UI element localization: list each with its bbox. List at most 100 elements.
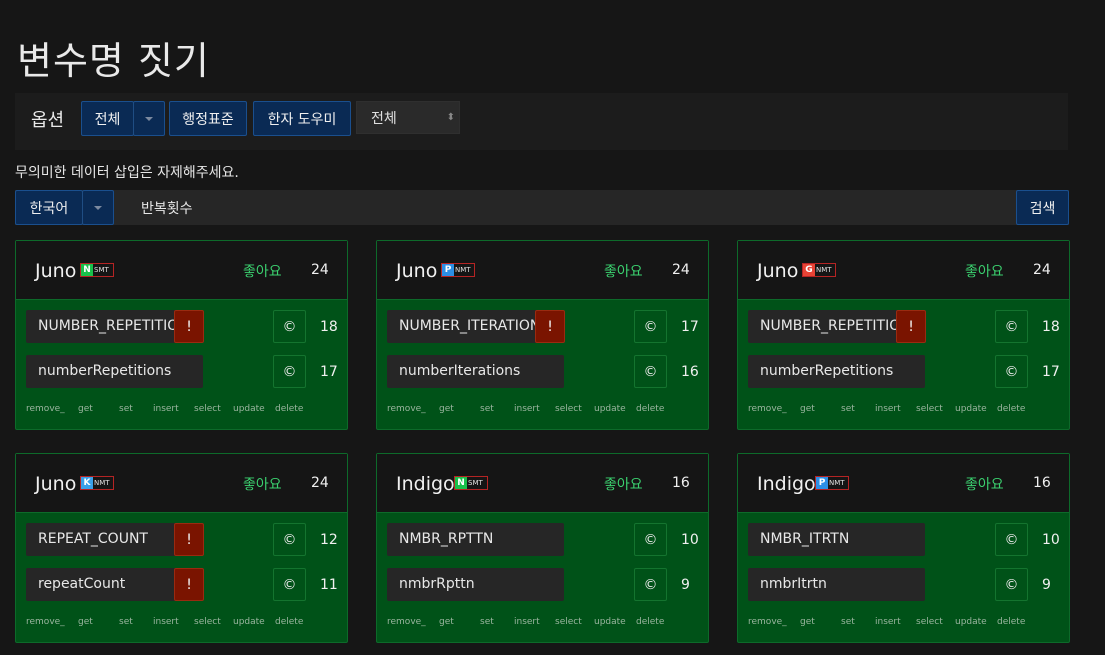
vote-count: 11 — [320, 577, 338, 593]
copy-icon[interactable]: © — [995, 523, 1028, 556]
like-button[interactable]: 좋아요 — [965, 261, 1004, 281]
result-card: Indigo N SMT 좋아요 16 NMBR_RPTTN © 10 nmbr… — [376, 453, 709, 643]
copy-icon[interactable]: © — [273, 523, 306, 556]
action-link-5[interactable]: update — [955, 404, 987, 414]
search-bar: 한국어 검색 — [15, 190, 1069, 225]
result-name-field[interactable]: repeatCount ! — [26, 568, 204, 601]
action-link-1[interactable]: get — [800, 404, 815, 414]
search-input[interactable] — [128, 190, 1028, 225]
result-name-field[interactable]: nmbrRpttn — [387, 568, 564, 601]
action-link-0[interactable]: remove_ — [748, 404, 787, 414]
result-name-field[interactable]: NMBR_ITRTN — [748, 523, 925, 556]
action-link-4[interactable]: select — [916, 617, 943, 627]
author-name: Juno — [396, 260, 438, 282]
engine-label: SMT — [94, 266, 109, 274]
action-link-2[interactable]: set — [119, 617, 133, 627]
copy-icon[interactable]: © — [634, 355, 667, 388]
result-name-field[interactable]: numberIterations — [387, 355, 564, 388]
action-link-5[interactable]: update — [233, 404, 265, 414]
copy-icon[interactable]: © — [273, 310, 306, 343]
search-button[interactable]: 검색 — [1016, 190, 1069, 225]
report-button[interactable]: ! — [174, 310, 204, 343]
action-link-6[interactable]: delete — [997, 404, 1025, 414]
action-link-0[interactable]: remove_ — [26, 617, 65, 627]
action-link-2[interactable]: set — [119, 404, 133, 414]
action-link-1[interactable]: get — [78, 617, 93, 627]
action-link-3[interactable]: insert — [153, 404, 179, 414]
action-links: remove_ get set insert select update delete — [387, 404, 687, 418]
action-link-6[interactable]: delete — [636, 617, 664, 627]
result-name-field[interactable]: NUMBER_REPETITIO... ! — [748, 310, 926, 343]
papago-icon: P — [816, 477, 828, 489]
like-button[interactable]: 좋아요 — [243, 474, 282, 494]
result-name-field[interactable]: NUMBER_ITERATIONS ! — [387, 310, 565, 343]
action-link-1[interactable]: get — [439, 617, 454, 627]
action-link-3[interactable]: insert — [875, 404, 901, 414]
action-link-6[interactable]: delete — [636, 404, 664, 414]
action-link-6[interactable]: delete — [997, 617, 1025, 627]
action-link-0[interactable]: remove_ — [387, 404, 426, 414]
engine-label: NMT — [829, 479, 845, 487]
action-link-3[interactable]: insert — [153, 617, 179, 627]
copy-icon[interactable]: © — [634, 310, 667, 343]
vote-count: 16 — [681, 364, 699, 380]
result-name-field[interactable]: NMBR_RPTTN — [387, 523, 564, 556]
action-link-4[interactable]: select — [194, 617, 221, 627]
action-link-5[interactable]: update — [594, 404, 626, 414]
action-link-1[interactable]: get — [78, 404, 93, 414]
copy-icon[interactable]: © — [634, 568, 667, 601]
action-link-6[interactable]: delete — [275, 617, 303, 627]
scope-button[interactable]: 전체 — [81, 101, 134, 136]
result-name-field[interactable]: REPEAT_COUNT ! — [26, 523, 204, 556]
action-link-5[interactable]: update — [955, 617, 987, 627]
standard-button[interactable]: 행정표준 — [169, 101, 247, 136]
kakao-icon: K — [81, 477, 93, 489]
copy-icon[interactable]: © — [634, 523, 667, 556]
like-button[interactable]: 좋아요 — [604, 474, 643, 494]
action-link-3[interactable]: insert — [514, 617, 540, 627]
report-button[interactable]: ! — [174, 568, 204, 601]
action-link-0[interactable]: remove_ — [387, 617, 426, 627]
action-link-2[interactable]: set — [841, 617, 855, 627]
action-link-4[interactable]: select — [555, 404, 582, 414]
action-link-2[interactable]: set — [480, 617, 494, 627]
copy-icon[interactable]: © — [995, 355, 1028, 388]
copy-icon[interactable]: © — [995, 310, 1028, 343]
engine-badge: K NMT — [80, 476, 114, 490]
action-link-5[interactable]: update — [594, 617, 626, 627]
action-link-6[interactable]: delete — [275, 404, 303, 414]
result-name-field[interactable]: NUMBER_REPETITIO... ! — [26, 310, 204, 343]
copy-icon[interactable]: © — [273, 355, 306, 388]
result-name-field[interactable]: nmbrItrtn — [748, 568, 925, 601]
action-link-4[interactable]: select — [916, 404, 943, 414]
action-link-2[interactable]: set — [480, 404, 494, 414]
result-name-field[interactable]: numberRepetitions — [26, 355, 203, 388]
google-icon: G — [803, 264, 815, 276]
result-name: numberRepetitions — [38, 363, 172, 379]
like-button[interactable]: 좋아요 — [243, 261, 282, 281]
copy-icon[interactable]: © — [273, 568, 306, 601]
report-button[interactable]: ! — [896, 310, 926, 343]
result-name-field[interactable]: numberRepetitions — [748, 355, 925, 388]
action-link-1[interactable]: get — [439, 404, 454, 414]
action-link-0[interactable]: remove_ — [748, 617, 787, 627]
report-button[interactable]: ! — [535, 310, 565, 343]
category-select[interactable]: 전체 ⬍ — [356, 101, 460, 134]
action-link-1[interactable]: get — [800, 617, 815, 627]
action-link-2[interactable]: set — [841, 404, 855, 414]
scope-dropdown-toggle[interactable] — [133, 101, 165, 136]
like-button[interactable]: 좋아요 — [965, 474, 1004, 494]
action-link-5[interactable]: update — [233, 617, 265, 627]
hanja-helper-button[interactable]: 한자 도우미 — [253, 101, 351, 136]
action-link-3[interactable]: insert — [875, 617, 901, 627]
action-link-3[interactable]: insert — [514, 404, 540, 414]
language-dropdown-toggle[interactable] — [82, 190, 114, 225]
action-link-0[interactable]: remove_ — [26, 404, 65, 414]
papago-icon: P — [442, 264, 454, 276]
action-link-4[interactable]: select — [194, 404, 221, 414]
like-button[interactable]: 좋아요 — [604, 261, 643, 281]
copy-icon[interactable]: © — [995, 568, 1028, 601]
report-button[interactable]: ! — [174, 523, 204, 556]
action-link-4[interactable]: select — [555, 617, 582, 627]
language-button[interactable]: 한국어 — [15, 190, 83, 225]
